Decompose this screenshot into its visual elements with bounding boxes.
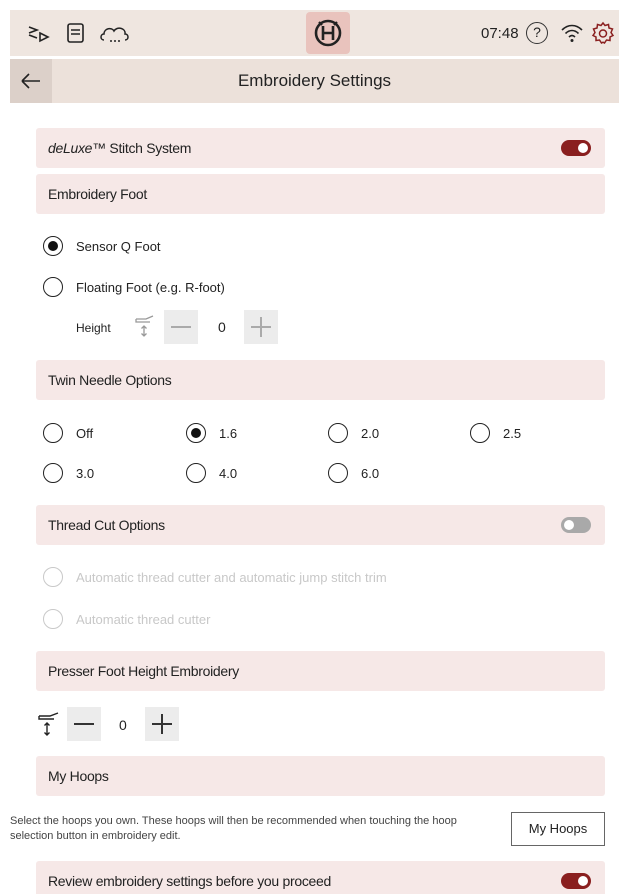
radio-twin-6-0[interactable] xyxy=(328,463,348,483)
presser-foot-icon xyxy=(38,712,59,736)
my-hoops-header: My Hoops xyxy=(36,756,605,796)
radio-floating-foot[interactable] xyxy=(43,277,63,297)
brand-logo-icon xyxy=(306,12,350,54)
my-hoops-title: My Hoops xyxy=(48,768,109,784)
radio-label-auto-cutter: Automatic thread cutter xyxy=(76,612,211,627)
radio-twin-2-5[interactable] xyxy=(470,423,490,443)
radio-auto-cutter[interactable] xyxy=(43,609,63,629)
deluxe-stitch-label: deLuxe™ Stitch System xyxy=(48,140,192,156)
deluxe-stitch-toggle[interactable] xyxy=(561,140,591,156)
radio-label-twin-2-5: 2.5 xyxy=(503,426,522,441)
radio-label-twin-1-6: 1.6 xyxy=(219,426,238,441)
foot-height-value: 0 xyxy=(218,319,226,335)
review-settings-toggle[interactable] xyxy=(561,873,591,889)
wifi-icon[interactable] xyxy=(559,20,585,46)
presser-foot-title: Presser Foot Height Embroidery xyxy=(48,663,239,679)
title-bar: Embroidery Settings xyxy=(10,59,619,103)
my-hoops-description: Select the hoops you own. These hoops wi… xyxy=(10,815,457,842)
height-label: Height xyxy=(76,321,111,335)
presser-foot-height-icon xyxy=(135,315,154,337)
foot-height-increase-button[interactable] xyxy=(244,310,278,344)
twin-needle-title: Twin Needle Options xyxy=(48,372,172,388)
radio-label-twin-off: Off xyxy=(76,426,94,441)
document-icon[interactable] xyxy=(63,20,89,46)
thread-cut-header: Thread Cut Options xyxy=(36,505,605,545)
radio-label-sensor-q-foot: Sensor Q Foot xyxy=(76,239,161,254)
thread-cut-title: Thread Cut Options xyxy=(48,517,165,533)
radio-label-twin-3-0: 3.0 xyxy=(76,466,95,481)
presser-foot-decrease-button[interactable] xyxy=(67,707,101,741)
settings-content: deLuxe™ Stitch System Embroidery Foot Se… xyxy=(0,103,619,894)
clock: 07:48 xyxy=(481,25,519,42)
radio-auto-cutter-jump-trim[interactable] xyxy=(43,567,63,587)
embroidery-foot-title: Embroidery Foot xyxy=(48,186,147,202)
presser-foot-value: 0 xyxy=(119,717,127,733)
status-bar: 07:48 ? xyxy=(10,10,619,56)
review-settings-label: Review embroidery settings before you pr… xyxy=(48,873,331,889)
radio-twin-off[interactable] xyxy=(43,423,63,443)
radio-twin-4-0[interactable] xyxy=(186,463,206,483)
radio-label-twin-4-0: 4.0 xyxy=(219,466,238,481)
radio-twin-2-0[interactable] xyxy=(328,423,348,443)
radio-label-twin-6-0: 6.0 xyxy=(361,466,380,481)
settings-icon[interactable] xyxy=(590,20,616,46)
radio-label-floating-foot: Floating Foot (e.g. R-foot) xyxy=(76,280,225,295)
presser-foot-header: Presser Foot Height Embroidery xyxy=(36,651,605,691)
radio-label-twin-2-0: 2.0 xyxy=(361,426,380,441)
presser-foot-increase-button[interactable] xyxy=(145,707,179,741)
my-hoops-button[interactable]: My Hoops xyxy=(511,812,605,846)
radio-label-auto-cutter-jump-trim: Automatic thread cutter and automatic ju… xyxy=(76,570,387,585)
page-title: Embroidery Settings xyxy=(237,71,392,90)
sew-mode-icon[interactable] xyxy=(26,20,52,46)
thread-cut-toggle[interactable] xyxy=(561,517,591,533)
radio-sensor-q-foot[interactable] xyxy=(43,236,63,256)
twin-needle-header: Twin Needle Options xyxy=(36,360,605,400)
foot-height-decrease-button[interactable] xyxy=(164,310,198,344)
review-settings-row: Review embroidery settings before you pr… xyxy=(36,861,605,894)
radio-twin-3-0[interactable] xyxy=(43,463,63,483)
deluxe-stitch-row: deLuxe™ Stitch System xyxy=(36,128,605,168)
cloud-icon[interactable] xyxy=(98,20,132,46)
radio-twin-1-6[interactable] xyxy=(186,423,206,443)
embroidery-foot-header: Embroidery Foot xyxy=(36,174,605,214)
help-icon[interactable]: ? xyxy=(526,22,548,44)
